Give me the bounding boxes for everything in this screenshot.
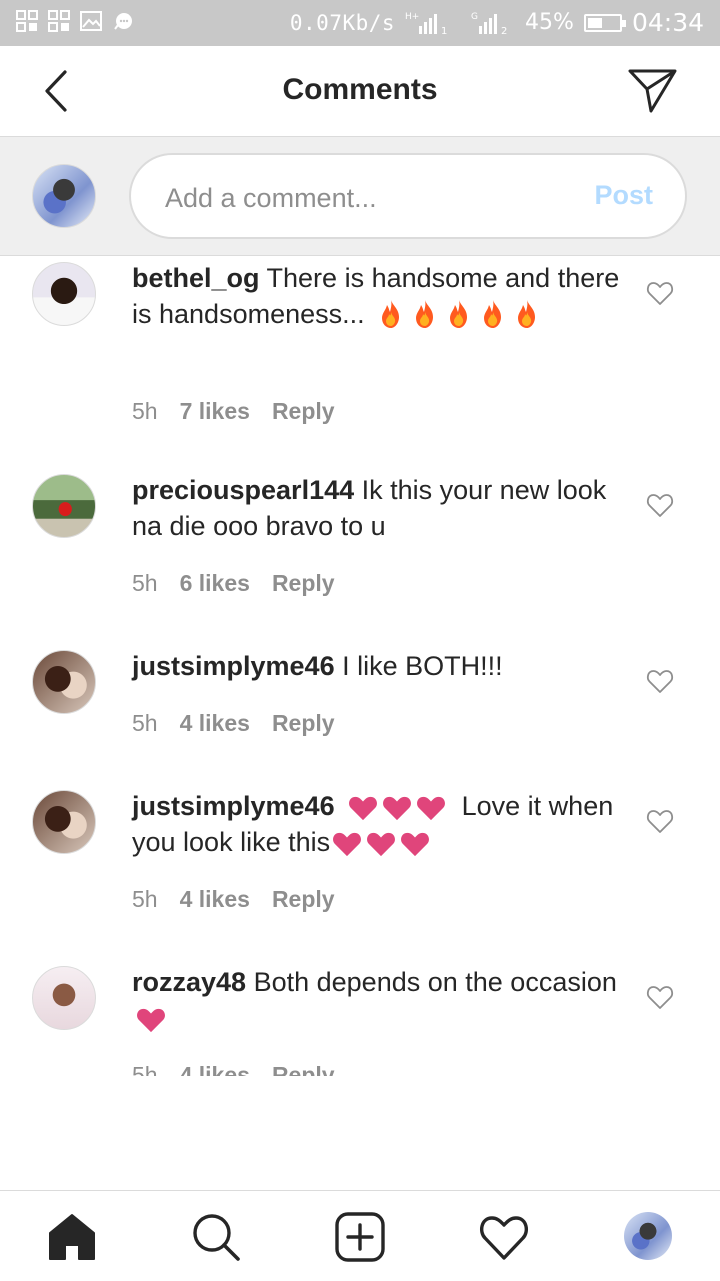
fire-emoji-icon — [480, 299, 506, 329]
comment-meta: 5h 7 likes Reply — [132, 398, 335, 425]
chat-notification-icon — [114, 13, 132, 30]
comment-username[interactable]: justsimplyme46 — [132, 651, 335, 681]
post-button[interactable]: Post — [594, 180, 653, 211]
svg-text:H+: H+ — [405, 12, 419, 22]
home-icon — [49, 1214, 95, 1260]
avatar — [32, 164, 96, 228]
avatar[interactable] — [32, 966, 96, 1030]
pink-heart-emoji-icon — [348, 795, 378, 821]
comment-likes[interactable]: 6 likes — [180, 570, 250, 597]
comment-text: justsimplyme46 I like BOTH!!! — [132, 648, 622, 684]
comment-body: Both depends on the occasion — [253, 967, 617, 997]
fire-emoji-icon — [514, 299, 540, 329]
comment-meta: 5h 6 likes Reply — [132, 570, 335, 597]
signal-icon: H+ 1 — [405, 12, 447, 36]
page-title: Comments — [282, 73, 438, 106]
reply-button[interactable]: Reply — [272, 570, 335, 597]
comment-meta: 5h 4 likes Reply — [132, 1062, 335, 1076]
reply-button[interactable]: Reply — [272, 710, 335, 737]
bottom-navigation — [0, 1190, 720, 1281]
comment-time: 5h — [132, 886, 158, 912]
avatar[interactable] — [32, 262, 96, 326]
comment-time: 5h — [132, 398, 158, 424]
comment-text: justsimplyme46 Love it when you look lik… — [132, 788, 622, 860]
comment-meta: 5h 4 likes Reply — [132, 710, 335, 737]
fire-emoji-icon — [378, 299, 404, 329]
comment-time: 5h — [132, 710, 158, 736]
nav-profile-button[interactable] — [624, 1212, 672, 1260]
fire-emoji-icon — [412, 299, 438, 329]
avatar[interactable] — [32, 790, 96, 854]
comment-username[interactable]: bethel_og — [132, 263, 260, 293]
like-heart-icon[interactable] — [646, 280, 674, 306]
nav-new-post-button[interactable] — [334, 1211, 386, 1263]
reply-button[interactable]: Reply — [272, 1062, 335, 1076]
pink-heart-emoji-icon — [332, 831, 362, 857]
fire-emoji-icon — [446, 299, 472, 329]
battery-icon — [583, 13, 626, 32]
search-icon — [193, 1214, 240, 1261]
signal-icon: G2 — [471, 12, 507, 36]
paper-plane-icon — [628, 69, 677, 113]
pink-heart-emoji-icon — [366, 831, 396, 857]
activity-heart-icon — [479, 1216, 529, 1260]
network-speed: 0.07Kb/s — [289, 10, 396, 35]
comment-username[interactable]: justsimplyme46 — [132, 791, 335, 821]
comment-time: 5h — [132, 570, 158, 596]
nav-activity-button[interactable] — [478, 1211, 530, 1263]
avatar[interactable] — [32, 474, 96, 538]
clock: 04:34 — [631, 8, 704, 37]
pink-heart-emoji-icon — [136, 1007, 166, 1033]
nav-search-button[interactable] — [190, 1211, 242, 1263]
comments-list[interactable]: bethel_og There is handsome and there is… — [0, 256, 720, 1076]
comment-text: rozzay48 Both depends on the occasion — [132, 964, 622, 1036]
svg-text:G: G — [471, 12, 478, 22]
comment-composer: Post — [0, 137, 720, 256]
pink-heart-emoji-icon — [416, 795, 446, 821]
comment-input[interactable] — [163, 177, 567, 219]
like-heart-icon[interactable] — [646, 984, 674, 1010]
comment-username[interactable]: preciouspearl144 — [132, 475, 354, 505]
app-notification-icon — [48, 10, 70, 32]
image-notification-icon — [80, 11, 102, 31]
app-notification-icon — [16, 10, 38, 32]
reply-button[interactable]: Reply — [272, 398, 335, 425]
comment-text: bethel_og There is handsome and there is… — [132, 260, 622, 332]
svg-text:1: 1 — [441, 26, 447, 36]
comment-username[interactable]: rozzay48 — [132, 967, 246, 997]
reply-button[interactable]: Reply — [272, 886, 335, 913]
new-post-icon — [335, 1212, 385, 1262]
comments-header: Comments — [0, 46, 720, 137]
svg-text:2: 2 — [501, 26, 507, 36]
comment-likes[interactable]: 4 likes — [180, 886, 250, 913]
avatar[interactable] — [32, 650, 96, 714]
comment-text: preciouspearl144 Ik this your new look n… — [132, 472, 622, 544]
comment-input-container[interactable]: Post — [129, 153, 687, 239]
comment-body: I like BOTH!!! — [342, 651, 503, 681]
pink-heart-emoji-icon — [400, 831, 430, 857]
like-heart-icon[interactable] — [646, 808, 674, 834]
comment-time: 5h — [132, 1062, 158, 1076]
battery-percent: 45% — [525, 10, 574, 35]
comment-likes[interactable]: 4 likes — [180, 1062, 250, 1076]
comment-meta: 5h 4 likes Reply — [132, 886, 335, 913]
nav-home-button[interactable] — [46, 1211, 98, 1263]
share-button[interactable] — [626, 66, 680, 116]
comment-likes[interactable]: 7 likes — [180, 398, 250, 425]
status-notifications — [16, 10, 134, 32]
comment-likes[interactable]: 4 likes — [180, 710, 250, 737]
status-bar: 0.07Kb/s H+ 1 G2 45% 04:34 — [0, 0, 720, 46]
like-heart-icon[interactable] — [646, 492, 674, 518]
pink-heart-emoji-icon — [382, 795, 412, 821]
like-heart-icon[interactable] — [646, 668, 674, 694]
